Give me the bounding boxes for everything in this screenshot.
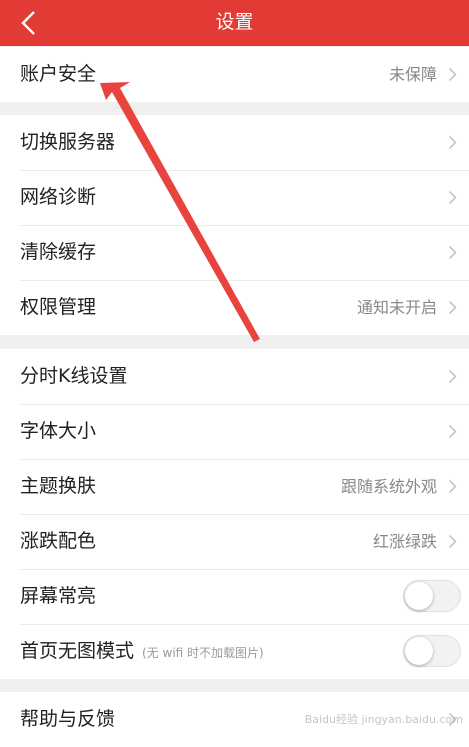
section-display: 分时K线设置 字体大小 主题换肤 跟随系统外观 涨跌配色 红涨绿跌 屏幕常亮 首… <box>0 349 469 679</box>
settings-row-no-image-mode: 首页无图模式 (无 wifi 时不加载图片) <box>0 624 469 679</box>
row-value: 通知未开启 <box>356 298 437 317</box>
app-header: 设置 <box>0 0 469 46</box>
row-label: 账户安全 <box>20 63 97 85</box>
row-label: 字体大小 <box>20 420 97 442</box>
row-label: 屏幕常亮 <box>20 585 97 607</box>
row-label: 权限管理 <box>20 296 97 318</box>
toggle-knob <box>405 582 433 610</box>
settings-row-font-size[interactable]: 字体大小 <box>0 404 469 459</box>
section-account: 账户安全 未保障 <box>0 47 469 102</box>
row-value: 红涨绿跌 <box>372 532 437 551</box>
chevron-right-icon <box>448 424 457 439</box>
row-value: 未保障 <box>388 65 437 84</box>
row-label: 帮助与反馈 <box>20 708 116 730</box>
row-label-text: 首页无图模式 <box>20 640 135 662</box>
section-general: 切换服务器 网络诊断 清除缓存 权限管理 通知未开启 <box>0 115 469 335</box>
row-note: (无 wifi 时不加载图片) <box>142 646 264 660</box>
settings-row-account-security[interactable]: 账户安全 未保障 <box>0 47 469 102</box>
settings-row-clear-cache[interactable]: 清除缓存 <box>0 225 469 280</box>
chevron-right-icon <box>448 190 457 205</box>
keep-screen-on-toggle[interactable] <box>403 580 461 612</box>
settings-row-switch-server[interactable]: 切换服务器 <box>0 115 469 170</box>
settings-row-network-diagnosis[interactable]: 网络诊断 <box>0 170 469 225</box>
no-image-mode-toggle[interactable] <box>403 635 461 667</box>
chevron-right-icon <box>448 135 457 150</box>
settings-row-permissions[interactable]: 权限管理 通知未开启 <box>0 280 469 335</box>
chevron-right-icon <box>448 300 457 315</box>
chevron-right-icon <box>448 479 457 494</box>
row-value: 跟随系统外观 <box>340 477 437 496</box>
settings-row-color-scheme[interactable]: 涨跌配色 红涨绿跌 <box>0 514 469 569</box>
page-title: 设置 <box>215 11 254 33</box>
toggle-knob <box>405 637 433 665</box>
chevron-right-icon <box>448 245 457 260</box>
row-label: 涨跌配色 <box>20 530 97 552</box>
row-label: 网络诊断 <box>20 186 97 208</box>
settings-row-theme[interactable]: 主题换肤 跟随系统外观 <box>0 459 469 514</box>
settings-row-kline[interactable]: 分时K线设置 <box>0 349 469 404</box>
row-label: 分时K线设置 <box>20 365 128 387</box>
row-label: 清除缓存 <box>20 241 97 263</box>
chevron-right-icon <box>448 534 457 549</box>
chevron-right-icon <box>448 369 457 384</box>
settings-row-keep-screen-on: 屏幕常亮 <box>0 569 469 624</box>
row-label: 首页无图模式 (无 wifi 时不加载图片) <box>20 624 264 681</box>
row-label: 主题换肤 <box>20 475 97 497</box>
row-label: 切换服务器 <box>20 131 116 153</box>
chevron-right-icon <box>448 67 457 82</box>
watermark: Baidu经验 jingyan.baidu.com <box>304 713 463 726</box>
